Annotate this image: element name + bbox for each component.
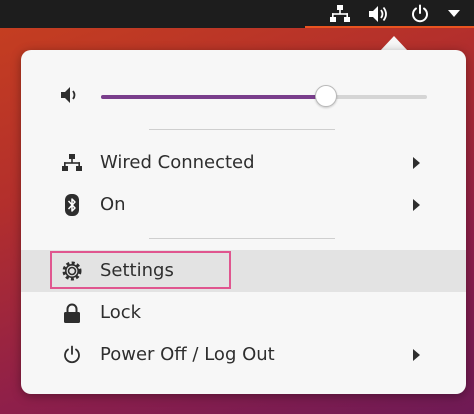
menu-item-label: Power Off / Log Out (100, 344, 275, 365)
menu-pointer (380, 36, 408, 51)
top-bar (0, 0, 474, 28)
menu-item-label: Wired Connected (100, 152, 255, 173)
volume-slider-handle[interactable] (314, 85, 337, 107)
volume-icon[interactable] (368, 2, 392, 26)
menu-item-wired[interactable]: Wired Connected (21, 142, 466, 184)
power-icon[interactable] (408, 2, 432, 26)
network-wired-icon (61, 152, 83, 174)
highlight-box (50, 251, 231, 289)
system-menu: Wired Connected On Settings Lock Power O… (21, 50, 466, 394)
submenu-arrow-icon (413, 349, 420, 361)
power-icon (61, 344, 83, 366)
menu-item-label: On (100, 194, 126, 215)
dropdown-arrow-icon[interactable] (442, 2, 466, 26)
volume-slider-fill (101, 95, 326, 99)
active-indicator (305, 26, 474, 28)
volume-icon (61, 84, 83, 106)
volume-row (21, 76, 466, 116)
bluetooth-icon (61, 194, 83, 216)
network-wired-icon[interactable] (328, 2, 352, 26)
submenu-arrow-icon (413, 157, 420, 169)
separator (149, 238, 335, 239)
volume-slider[interactable] (101, 85, 427, 107)
menu-item-settings[interactable]: Settings (21, 250, 466, 292)
menu-item-lock[interactable]: Lock (21, 292, 466, 334)
separator (149, 129, 335, 130)
lock-icon (61, 302, 83, 324)
submenu-arrow-icon (413, 199, 420, 211)
menu-item-label: Lock (100, 302, 142, 323)
menu-item-bluetooth[interactable]: On (21, 184, 466, 226)
menu-item-power[interactable]: Power Off / Log Out (21, 334, 466, 376)
